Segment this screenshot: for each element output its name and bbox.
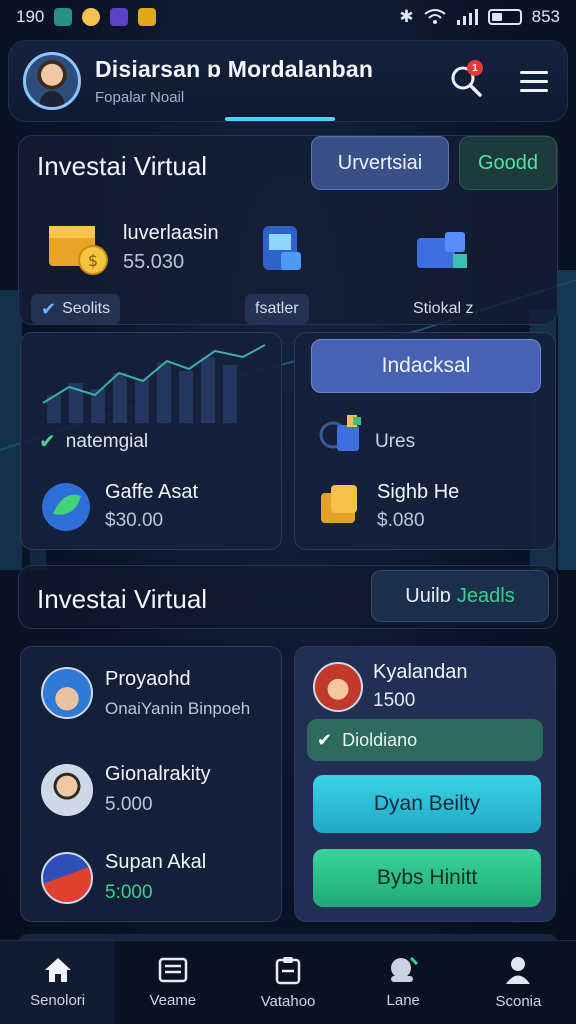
- menu-icon: [520, 71, 548, 92]
- bottom-nav: Senolori Veame Vatahoo Lane Sconia: [0, 940, 576, 1024]
- bluetooth-icon: ✱: [399, 7, 414, 26]
- indicator-button[interactable]: Indacksal: [311, 339, 541, 393]
- nav-item-lane[interactable]: Lane: [346, 941, 461, 1024]
- tag-item[interactable]: ✔ Seolits: [31, 294, 121, 324]
- tag-item[interactable]: fsatler: [245, 294, 309, 324]
- person-name: Proyaohd: [105, 667, 191, 690]
- status-label: Dioldiano: [342, 729, 418, 750]
- newspaper-icon: [158, 957, 188, 983]
- card-label: Ures: [375, 431, 416, 452]
- section-header: Investai Virtual Uuilɒ Jeadls: [18, 565, 558, 629]
- nav-label: Lane: [386, 992, 420, 1009]
- menu-button[interactable]: [515, 62, 553, 100]
- app-header: Disiarsan ɒ Mordalanban Fopalar Noail 1: [8, 40, 568, 122]
- person-name: Kyalandan: [373, 661, 468, 683]
- package-icon: [319, 415, 361, 451]
- coin-icon: [82, 8, 101, 26]
- action-panel: Kyalandan 1500 ✔ Dioldiano Dyan Beilty B…: [294, 646, 556, 922]
- chat-icon: [391, 956, 419, 982]
- action-label-accent: Jeadls: [456, 584, 515, 607]
- gold-box-icon: [321, 484, 357, 523]
- section-title: Investai Virtual: [37, 151, 208, 181]
- nav-item-news[interactable]: Veame: [115, 941, 230, 1024]
- avatar: [41, 667, 93, 719]
- tag-label: Seolits: [62, 300, 111, 317]
- person-value: 1500: [373, 690, 416, 711]
- avatar: [41, 763, 93, 816]
- check-icon: ✔: [41, 298, 57, 319]
- page-title: Disiarsan ɒ Mordalanban: [95, 56, 374, 82]
- status-bar: 190 ✱ 853: [0, 0, 576, 34]
- device-icon: [263, 226, 301, 270]
- nav-label: Vatahoo: [260, 993, 316, 1010]
- asset-name: Gaffe Asat: [105, 481, 199, 503]
- nav-item-profile[interactable]: Sconia: [461, 941, 576, 1024]
- leaf-coin-icon: [42, 482, 90, 531]
- section-action-button[interactable]: Uuilɒ Jeadls: [371, 570, 549, 622]
- person-subtitle: OnaiYanin Binpoeh: [105, 698, 251, 718]
- svg-text:$: $: [88, 251, 98, 270]
- avatar[interactable]: [23, 52, 81, 110]
- status-check[interactable]: ✔ Dioldiano: [307, 719, 543, 761]
- active-indicator: [225, 117, 335, 121]
- nav-label: Senolori: [30, 992, 86, 1009]
- list-item[interactable]: Proyaohd OnaiYanin Binpoeh: [41, 667, 250, 719]
- avatar: [313, 661, 363, 712]
- section-title: Investai Virtual: [37, 584, 208, 614]
- nav-item-home[interactable]: Senolori: [0, 941, 116, 1024]
- person-name: Gionalrakity: [105, 763, 211, 785]
- app-icon: [138, 8, 157, 26]
- battery-icon: [487, 9, 522, 25]
- avatar: [41, 851, 93, 904]
- asset-name: luverlaasin: [123, 222, 219, 244]
- nav-label: Veame: [149, 992, 197, 1009]
- tag-label: Stiokal z: [413, 300, 474, 317]
- page-subtitle: Fopalar Noail: [95, 89, 185, 106]
- treasure-icon: $: [49, 226, 108, 275]
- check-icon: ✔: [39, 431, 56, 453]
- asset-value: $.080: [377, 510, 425, 531]
- list-item[interactable]: Supan Akal 5:000: [41, 851, 206, 904]
- search-button[interactable]: 1: [447, 60, 485, 100]
- tag-label: fsatler: [255, 300, 299, 317]
- person-subtitle: 5:000: [105, 882, 153, 903]
- tag-item[interactable]: Stiokal z: [403, 294, 483, 324]
- action-label: Uuilɒ: [405, 584, 451, 607]
- cube-icon: [417, 232, 467, 268]
- asset-value: $30.00: [105, 510, 164, 531]
- clock: 190: [16, 7, 45, 26]
- home-icon: [44, 958, 71, 982]
- notification-badge: 1: [467, 60, 483, 76]
- nav-item-clipboard[interactable]: Vatahoo: [230, 941, 345, 1024]
- wifi-icon: [424, 9, 446, 24]
- app-icon: [110, 8, 129, 26]
- trend-chart-graphic: [42, 344, 266, 423]
- asset-name: Sighb He: [377, 481, 460, 503]
- nav-label: Sconia: [495, 993, 542, 1010]
- card-label: natemgial: [65, 430, 149, 452]
- investment-section: Investai Virtual Urvertsiai Goodd $ luve…: [18, 135, 558, 325]
- list-item[interactable]: Gionalrakity 5.000: [41, 763, 211, 816]
- primary-pill-button[interactable]: Urvertsiai: [311, 136, 449, 190]
- person-name: Supan Akal: [105, 851, 207, 873]
- secondary-action-button[interactable]: Bybs Hinitt: [313, 849, 541, 907]
- portfolio-card[interactable]: ✔ natemgial Gaffe Asat $30.00: [20, 332, 282, 550]
- people-list-card: Proyaohd OnaiYanin Binpoeh Gionalrakity …: [20, 646, 282, 922]
- indicator-card: Indacksal Ures Sighb He $.080: [294, 332, 556, 550]
- app-icon: [54, 8, 73, 26]
- profile-icon: [506, 957, 531, 984]
- secondary-pill-button[interactable]: Goodd: [459, 136, 557, 190]
- signal-icon: [456, 9, 478, 25]
- primary-action-button[interactable]: Dyan Beilty: [313, 775, 541, 833]
- check-icon: ✔: [317, 729, 333, 750]
- clipboard-icon: [275, 957, 301, 985]
- asset-value: 55.030: [123, 251, 185, 273]
- battery-level: 853: [531, 7, 560, 26]
- person-subtitle: 5.000: [105, 794, 153, 815]
